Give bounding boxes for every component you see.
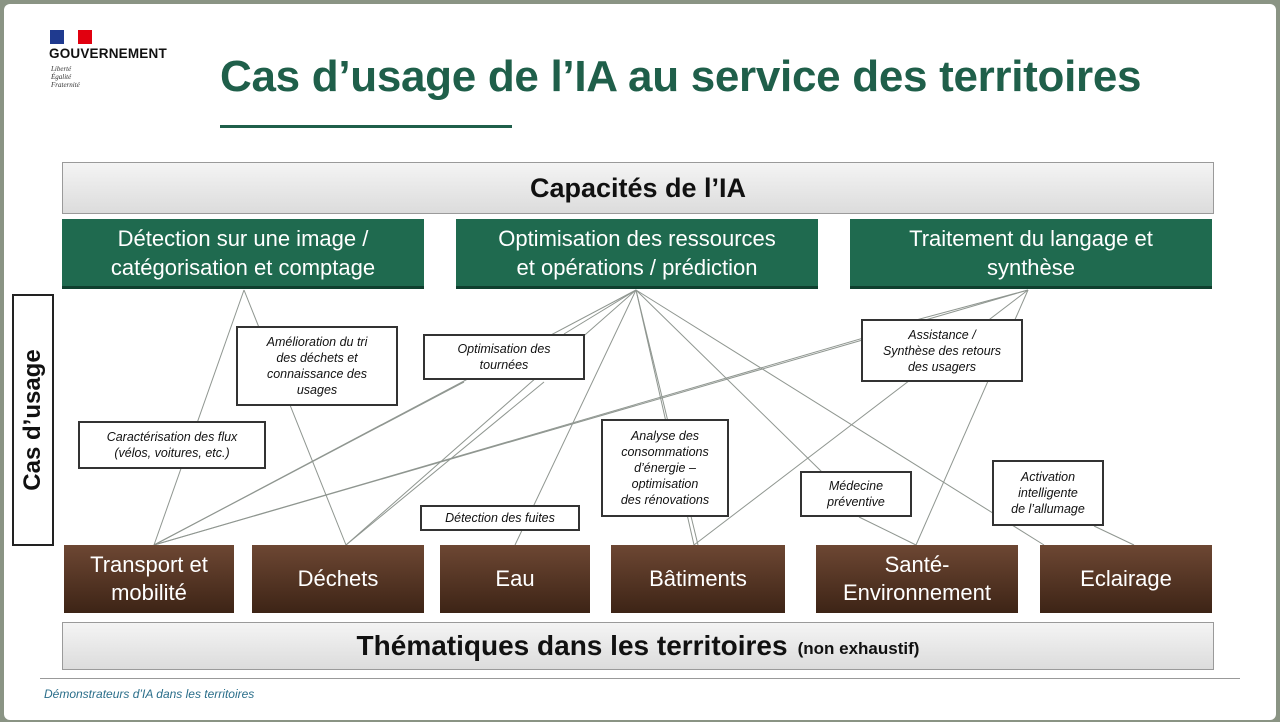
use-case-smart-lighting: Activation intelligente de l’allumage bbox=[992, 460, 1104, 526]
use-case-waste-sorting: Amélioration du tri des déchets et conna… bbox=[236, 326, 398, 406]
capability-image-detection: Détection sur une image / catégorisation… bbox=[62, 219, 424, 289]
theme-buildings: Bâtiments bbox=[611, 545, 785, 613]
theme-health-environment: Santé- Environnement bbox=[816, 545, 1018, 613]
theme-lighting: Eclairage bbox=[1040, 545, 1212, 613]
capability-language-processing: Traitement du langage et synthèse bbox=[850, 219, 1212, 289]
connector-line-18 bbox=[858, 516, 917, 546]
footer-text: Démonstrateurs d’IA dans les territoires bbox=[44, 687, 255, 701]
use-case-energy-analysis: Analyse des consommations d’énergie – op… bbox=[601, 419, 729, 517]
territory-themes-bar: Thématiques dans les territoires (non ex… bbox=[62, 622, 1214, 670]
use-case-leak-detection: Détection des fuites bbox=[420, 505, 580, 531]
use-case-user-feedback: Assistance / Synthèse des retours des us… bbox=[861, 319, 1023, 382]
use-case-route-optimisation: Optimisation des tournées bbox=[423, 334, 585, 380]
non-exhaustive-note: (non exhaustif) bbox=[797, 639, 920, 658]
use-cases-side-text: Cas d’usage bbox=[19, 349, 46, 491]
ai-capabilities-label: Capacités de l’IA bbox=[529, 172, 747, 203]
slide: GOUVERNEMENT Liberté Égalité Fraternité … bbox=[4, 4, 1276, 720]
connector-line-17 bbox=[1093, 525, 1135, 546]
use-cases-side-label: Cas d’usage bbox=[12, 294, 54, 546]
footer-divider bbox=[40, 678, 1240, 679]
connector-line-0 bbox=[153, 289, 245, 546]
use-case-preventive-medicine: Médecine préventive bbox=[800, 471, 912, 517]
use-case-traffic-flow: Caractérisation des flux (vélos, voiture… bbox=[78, 421, 266, 469]
theme-water: Eau bbox=[440, 545, 590, 613]
capability-resource-optimisation: Optimisation des ressources et opération… bbox=[456, 219, 818, 289]
territory-themes-label: Thématiques dans les territoires bbox=[356, 630, 788, 661]
ai-capabilities-bar: Capacités de l’IA bbox=[62, 162, 1214, 214]
theme-transport: Transport et mobilité bbox=[64, 545, 234, 613]
theme-waste: Déchets bbox=[252, 545, 424, 613]
